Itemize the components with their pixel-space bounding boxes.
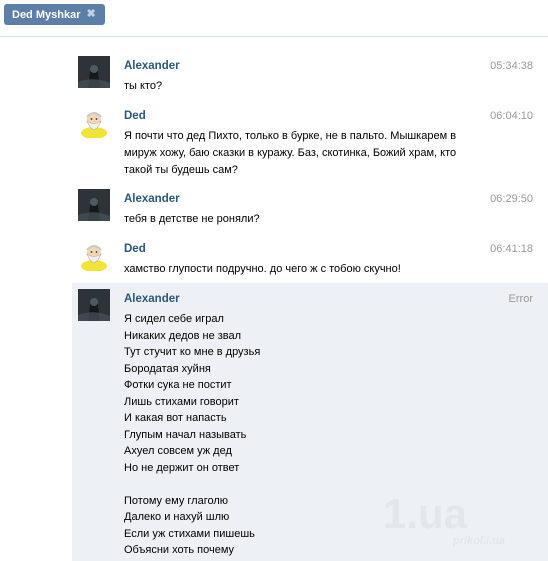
watermark-logo: 1.ua prikol.i.ua	[383, 490, 535, 548]
message-line: Фотки сука не постит	[124, 379, 232, 391]
message-text: хамство глупости подручно. до чего ж с т…	[124, 261, 464, 278]
message-author[interactable]: Ded	[124, 110, 146, 122]
message-line: Никаких дедов не звал	[124, 329, 242, 342]
close-icon[interactable]: ✖	[86, 9, 95, 20]
chat-tab-title: Ded Myshkar	[12, 8, 81, 21]
message-item: Alexander 05:34:38 ты кто?	[72, 50, 548, 100]
message-line: Глупым начал называть	[124, 428, 247, 441]
chat-tab-bar: Ded Myshkar ✖	[0, 0, 548, 37]
message-line: Лишь стихами говорит	[124, 395, 239, 408]
message-line: Но не держит он ответ	[124, 461, 240, 474]
alexander-avatar[interactable]	[78, 189, 110, 221]
message-author[interactable]: Ded	[124, 243, 146, 255]
message-line: ты кто?	[124, 80, 163, 92]
message-text: ты кто?	[124, 78, 464, 95]
message-line: тебя в детстве не роняли?	[124, 213, 260, 225]
message-text: Я почти что дед Пихто, только в бурке, н…	[124, 128, 464, 179]
message-time: 06:04:10	[490, 110, 533, 122]
message-time: 05:34:38	[490, 60, 533, 72]
message-line: Тут стучит ко мне в друзья	[124, 346, 261, 358]
message-line: Бородатая хуйня	[124, 362, 211, 375]
message-line: хамство глупости подручно. до чего ж с т…	[124, 263, 401, 275]
message-line: Я сидел себе играл	[124, 313, 224, 325]
message-line: мируж хожу, баю сказки в куражу. Баз, ск…	[124, 147, 457, 159]
message-line: такой ты будешь сам?	[124, 164, 238, 176]
message-item: Ded 06:04:10 Я почти что дед Пихто, толь…	[72, 100, 548, 183]
message-time: 06:29:50	[490, 193, 533, 205]
message-error-status: Error	[508, 293, 533, 305]
watermark-site: prikol.i.ua	[453, 535, 505, 547]
message-line: Я почти что дед Пихто, только в бурке, н…	[124, 130, 457, 142]
message-line: Ахуел совсем уж дед	[124, 445, 232, 457]
message-item: Ded 06:41:18 хамство глупости подручно. …	[72, 233, 548, 283]
message-author[interactable]: Alexander	[124, 60, 180, 72]
message-time: 06:41:18	[490, 243, 533, 255]
alexander-avatar[interactable]	[78, 289, 110, 321]
message-line: И какая вот напасть	[124, 412, 227, 424]
ded-avatar[interactable]	[78, 106, 110, 139]
watermark-number: 1.ua	[383, 490, 468, 537]
message-text: тебя в детстве не роняли?	[124, 211, 464, 228]
chat-tab-ded-myshkar[interactable]: Ded Myshkar ✖	[4, 4, 105, 25]
message-author[interactable]: Alexander	[124, 293, 180, 305]
message-author[interactable]: Alexander	[124, 193, 180, 205]
message-item: Alexander 06:29:50 тебя в детстве не рон…	[72, 183, 548, 233]
alexander-avatar[interactable]	[78, 56, 110, 88]
ded-avatar[interactable]	[78, 239, 110, 272]
